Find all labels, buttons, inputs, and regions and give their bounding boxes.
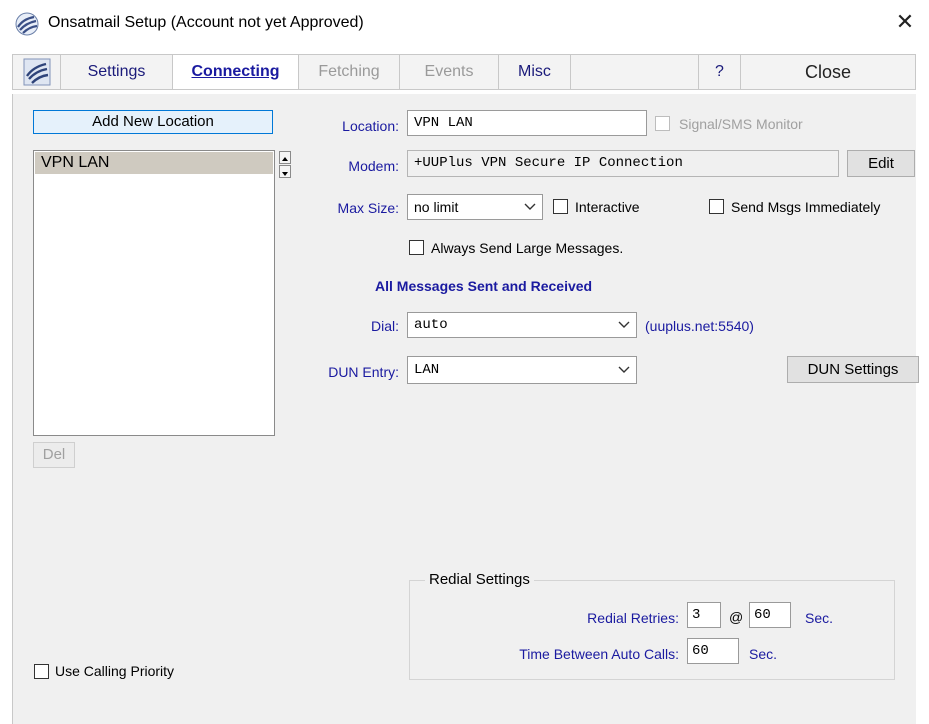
- move-down-button[interactable]: [279, 165, 291, 178]
- delete-location-button[interactable]: Del: [33, 442, 75, 468]
- dial-label: Dial:: [370, 318, 399, 334]
- redial-retries-field[interactable]: 3: [687, 602, 721, 628]
- interactive-checkbox[interactable]: [553, 199, 568, 214]
- onsat-logo-icon: [23, 58, 51, 86]
- dial-value: auto: [414, 317, 448, 333]
- always-send-large-label: Always Send Large Messages.: [431, 240, 624, 256]
- add-new-location-button[interactable]: Add New Location: [33, 110, 273, 134]
- redial-retries-label: Redial Retries:: [587, 610, 679, 626]
- redial-settings-group: [409, 580, 895, 680]
- use-calling-priority-label: Use Calling Priority: [55, 663, 175, 679]
- tab-settings[interactable]: Settings: [61, 55, 173, 89]
- tab-help[interactable]: ?: [699, 55, 741, 89]
- connecting-panel: Add New Location VPN LAN Del Use Calling…: [12, 94, 919, 724]
- at-symbol: @: [729, 609, 744, 625]
- location-list[interactable]: VPN LAN: [33, 150, 275, 436]
- chevron-up-icon: [282, 157, 288, 161]
- onsat-satellite-icon: [15, 12, 39, 36]
- tab-events[interactable]: Events: [400, 55, 499, 89]
- use-calling-priority-checkbox[interactable]: [34, 664, 49, 679]
- max-size-value: no limit: [414, 199, 459, 215]
- tab-bar: Settings Connecting Fetching Events Misc…: [12, 54, 916, 90]
- max-size-select[interactable]: no limit: [407, 194, 543, 220]
- dun-settings-button[interactable]: DUN Settings: [787, 356, 919, 383]
- interactive-label: Interactive: [575, 199, 640, 215]
- modem-label: Modem:: [348, 158, 399, 174]
- dun-entry-value: LAN: [414, 362, 440, 378]
- tab-blank: [571, 55, 699, 89]
- send-immediately-checkbox[interactable]: [709, 199, 724, 214]
- chevron-down-icon: [524, 203, 536, 210]
- tab-fetching[interactable]: Fetching: [299, 55, 400, 89]
- location-name-field[interactable]: VPN LAN: [407, 110, 647, 136]
- send-immediately-label: Send Msgs Immediately: [731, 199, 881, 215]
- signal-sms-monitor-label: Signal/SMS Monitor: [679, 116, 803, 132]
- list-reorder-spinner: [279, 151, 291, 179]
- tab-misc[interactable]: Misc: [499, 55, 571, 89]
- move-up-button[interactable]: [279, 151, 291, 164]
- tab-close[interactable]: Close: [741, 55, 915, 89]
- redial-settings-title: Redial Settings: [425, 571, 534, 588]
- time-between-label: Time Between Auto Calls:: [519, 646, 679, 662]
- edit-modem-button[interactable]: Edit: [847, 150, 915, 177]
- between-sec-label: Sec.: [749, 646, 778, 662]
- time-between-field[interactable]: 60: [687, 638, 739, 664]
- window-title: Onsatmail Setup (Account not yet Approve…: [48, 14, 364, 31]
- max-size-label: Max Size:: [337, 200, 399, 216]
- chevron-down-icon: [618, 366, 630, 373]
- tab-logo: [13, 55, 61, 89]
- signal-sms-monitor-checkbox[interactable]: [655, 116, 670, 131]
- retry-sec-label: Sec.: [805, 610, 834, 626]
- dun-entry-select[interactable]: LAN: [407, 356, 637, 384]
- messages-heading: All Messages Sent and Received: [375, 278, 593, 294]
- close-icon[interactable]: ✕: [891, 8, 919, 36]
- always-send-large-checkbox[interactable]: [409, 240, 424, 255]
- retry-seconds-field[interactable]: 60: [749, 602, 791, 628]
- modem-field: +UUPlus VPN Secure IP Connection: [407, 150, 839, 177]
- setup-window: Onsatmail Setup (Account not yet Approve…: [0, 0, 929, 724]
- location-label: Location:: [342, 118, 399, 134]
- chevron-down-icon: [282, 172, 288, 176]
- list-item[interactable]: VPN LAN: [35, 152, 273, 174]
- dun-entry-label: DUN Entry:: [328, 364, 399, 380]
- chevron-down-icon: [618, 321, 630, 328]
- tab-connecting[interactable]: Connecting: [173, 55, 299, 89]
- title-bar: Onsatmail Setup (Account not yet Approve…: [0, 0, 929, 48]
- dial-select[interactable]: auto: [407, 312, 637, 338]
- dial-host-text: (uuplus.net:5540): [645, 318, 754, 334]
